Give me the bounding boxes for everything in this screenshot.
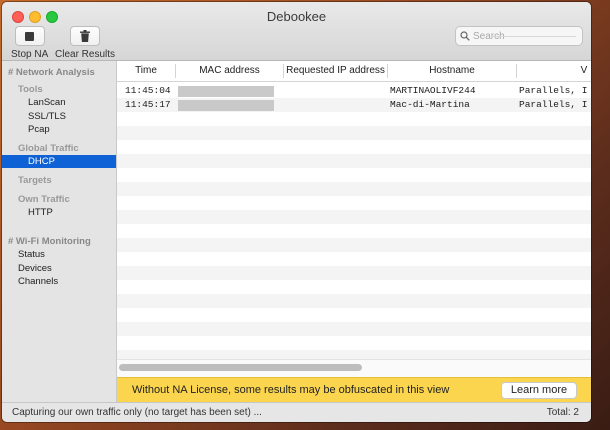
sidebar: # Network Analysis Tools LanScan SSL/TLS… (2, 61, 117, 402)
empty-row (117, 308, 591, 322)
empty-row (117, 140, 591, 154)
results-table: Time MAC address Requested IP address Ho… (117, 61, 591, 377)
empty-row (117, 266, 591, 280)
column-header-time[interactable]: Time (117, 61, 175, 81)
cell-vendor: Parallels, I (519, 85, 588, 96)
sidebar-section-tools: Tools (18, 84, 43, 95)
table-body: 11:45:04 MARTINAOLIVF244 Parallels, I 11… (117, 82, 591, 364)
window-title: Debookee (266, 9, 327, 24)
sidebar-item-devices[interactable]: Devices (2, 262, 116, 275)
sidebar-header-wifi-monitoring[interactable]: # Wi-Fi Monitoring (2, 235, 116, 248)
empty-row (117, 112, 591, 126)
cell-vendor: Parallels, I (519, 99, 588, 110)
column-header-requested-ip[interactable]: Requested IP address (284, 61, 387, 81)
stop-icon (25, 31, 35, 41)
empty-row (117, 168, 591, 182)
empty-row (117, 238, 591, 252)
clear-results-button[interactable]: Clear Results (55, 26, 115, 60)
cell-hostname: Mac-di-Martina (390, 99, 470, 110)
empty-row (117, 252, 591, 266)
clear-results-label: Clear Results (55, 49, 116, 60)
empty-row (117, 210, 591, 224)
empty-row (117, 224, 591, 238)
sidebar-item-http[interactable]: HTTP (2, 206, 116, 219)
sidebar-item-pcap[interactable]: Pcap (2, 123, 116, 136)
sidebar-header-network-analysis[interactable]: # Network Analysis (2, 66, 116, 79)
status-message: Capturing our own traffic only (no targe… (12, 407, 262, 418)
empty-row (117, 322, 591, 336)
cell-time: 11:45:17 (125, 99, 171, 110)
search-input[interactable] (473, 30, 568, 42)
learn-more-button[interactable]: Learn more (501, 382, 577, 399)
license-banner: Without NA License, some results may be … (117, 377, 591, 403)
sidebar-item-dhcp[interactable]: DHCP (2, 155, 116, 168)
sidebar-section-global-traffic: Global Traffic (18, 143, 79, 154)
sidebar-item-status[interactable]: Status (2, 248, 116, 261)
empty-row (117, 336, 591, 350)
trash-icon (80, 30, 91, 42)
empty-row (117, 182, 591, 196)
empty-row (117, 126, 591, 140)
horizontal-scrollbar[interactable] (117, 359, 591, 377)
obfuscated-mac-address (178, 86, 274, 97)
sidebar-item-ssl-tls[interactable]: SSL/TLS (2, 110, 116, 123)
column-header-hostname[interactable]: Hostname (388, 61, 516, 81)
stop-na-label: Stop NA (11, 49, 49, 60)
table-row[interactable]: 11:45:04 MARTINAOLIVF244 Parallels, I (117, 84, 591, 98)
app-window: Debookee Stop NA Clear Results Search # … (2, 2, 591, 422)
stop-na-button[interactable]: Stop NA (11, 26, 48, 60)
search-field[interactable] (455, 26, 583, 46)
cell-time: 11:45:04 (125, 85, 171, 96)
sidebar-item-channels[interactable]: Channels (2, 275, 116, 288)
status-bar: Capturing our own traffic only (no targe… (2, 402, 591, 422)
status-total: Total: 2 (546, 407, 579, 418)
column-header-mac-address[interactable]: MAC address (176, 61, 283, 81)
table-header: Time MAC address Requested IP address Ho… (117, 61, 591, 82)
empty-row (117, 154, 591, 168)
sidebar-section-own-traffic: Own Traffic (18, 194, 70, 205)
table-row[interactable]: 11:45:17 Mac-di-Martina Parallels, I (117, 98, 591, 112)
empty-row (117, 196, 591, 210)
empty-row (117, 294, 591, 308)
column-header-vendor[interactable]: V (569, 61, 591, 81)
titlebar: Debookee Stop NA Clear Results (2, 2, 591, 61)
scrollbar-thumb[interactable] (119, 364, 362, 371)
cell-hostname: MARTINAOLIVF244 (390, 85, 476, 96)
sidebar-item-lanscan[interactable]: LanScan (2, 96, 116, 109)
search-icon (460, 31, 470, 41)
sidebar-section-targets[interactable]: Targets (2, 174, 116, 187)
empty-row (117, 280, 591, 294)
license-banner-text: Without NA License, some results may be … (132, 384, 450, 396)
column-divider[interactable] (516, 64, 517, 78)
obfuscated-mac-address (178, 100, 274, 111)
